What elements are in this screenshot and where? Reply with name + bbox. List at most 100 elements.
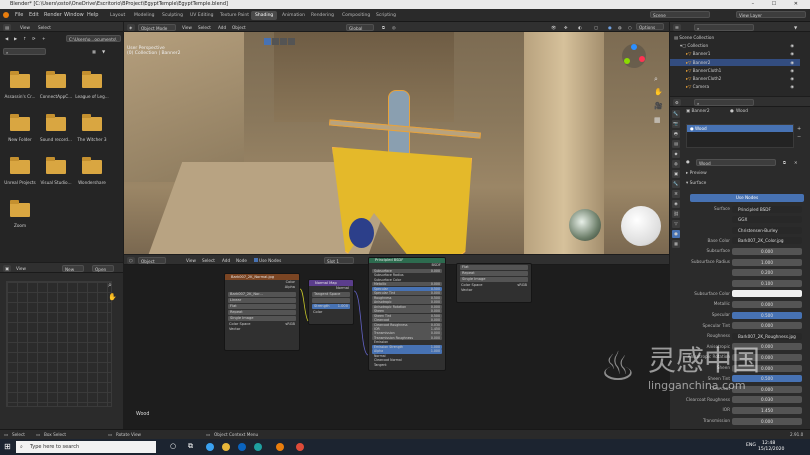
property-value-field[interactable]: Bark007_2K_Roughness.jpg — [732, 332, 802, 340]
tab-rendering[interactable]: Rendering — [307, 11, 338, 20]
file-explorer-icon[interactable] — [222, 443, 230, 451]
folder-icon[interactable] — [10, 114, 30, 131]
outliner-item[interactable]: ▸▽ Banner1 ◉ — [670, 50, 800, 57]
tab-sculpting[interactable]: Sculpting — [158, 11, 187, 20]
pan-hand-icon[interactable]: ✋ — [654, 88, 663, 96]
editor-type-icon[interactable]: ⚙ — [673, 99, 681, 106]
render-tab-icon[interactable]: 📷 — [672, 120, 680, 128]
property-value-field[interactable]: 0.500 — [732, 375, 802, 383]
property-value-field[interactable]: Christensen-Burley — [732, 226, 802, 234]
add-slot-icon[interactable]: + — [797, 126, 801, 132]
axis-y-icon[interactable] — [624, 58, 630, 64]
blender-logo-icon[interactable] — [3, 12, 9, 18]
scene-selector[interactable]: Scene — [650, 11, 710, 18]
property-value-field[interactable]: 0.030 — [732, 396, 802, 404]
parent-folder-icon[interactable]: ↑ — [21, 35, 29, 42]
new-image-button[interactable]: New — [62, 265, 84, 272]
menu-edit[interactable]: Edit — [29, 12, 39, 18]
constraints-tab-icon[interactable]: ⛓ — [672, 210, 680, 218]
menu-render[interactable]: Render — [44, 12, 62, 18]
material-tab-icon[interactable]: ● — [672, 230, 680, 238]
mode-selector[interactable]: Object Mode — [138, 24, 176, 31]
filter-icon[interactable]: ▼ — [792, 24, 799, 31]
thumbnail-view-icon[interactable]: ▦ — [90, 48, 98, 55]
folder-icon[interactable] — [46, 157, 66, 174]
viewport-view-menu[interactable]: View — [180, 24, 194, 31]
rendered-shading-icon[interactable]: ○ — [626, 24, 634, 31]
tab-layout[interactable]: Layout — [106, 11, 129, 20]
file-path-field[interactable]: C:\Users\o...ocuments\ — [66, 35, 121, 42]
select-box-icon[interactable] — [264, 38, 271, 45]
app-icon[interactable] — [206, 443, 214, 451]
cortana-icon[interactable]: ○ — [170, 442, 176, 450]
particles-tab-icon[interactable]: ✲ — [672, 190, 680, 198]
material-slot-item[interactable]: ● Wood — [687, 125, 793, 132]
properties-search-input[interactable]: ⌕ — [694, 99, 754, 106]
property-value-field[interactable]: 0.000 — [732, 417, 802, 425]
task-view-icon[interactable]: ⧉ — [188, 442, 193, 451]
new-folder-icon[interactable]: + — [40, 35, 48, 42]
property-value-field[interactable]: GGX — [732, 216, 802, 224]
outliner-item[interactable]: ▸▽ Camera ◉ — [670, 83, 800, 90]
tab-shading[interactable]: Shading — [251, 11, 278, 20]
property-value-field[interactable]: 0.500 — [732, 311, 802, 319]
folder-icon[interactable] — [10, 157, 30, 174]
tool-tab-icon[interactable]: 🔧 — [672, 110, 680, 118]
back-arrow-icon[interactable]: ◀ — [3, 35, 10, 42]
property-value-field[interactable]: Principled BSDF — [732, 205, 802, 213]
menu-window[interactable]: Window — [64, 12, 84, 18]
property-value-field[interactable]: 1.000 — [732, 258, 802, 266]
taskbar-search-box[interactable]: ⌕ Type here to search — [16, 441, 156, 453]
folder-icon[interactable] — [82, 114, 102, 131]
shader-node-editor[interactable]: ⬡ Object View Select Add Node Use Nodes … — [124, 255, 669, 429]
filter-icon[interactable]: ▼ — [100, 48, 107, 55]
forward-arrow-icon[interactable]: ▶ — [12, 35, 19, 42]
file-view-menu[interactable]: View — [18, 24, 32, 31]
solid-shading-icon[interactable]: ● — [606, 24, 614, 31]
property-value-field[interactable] — [732, 290, 802, 298]
editor-type-icon[interactable]: ☰ — [673, 24, 681, 31]
tab-texture-paint[interactable]: Texture Paint — [216, 11, 253, 20]
folder-icon[interactable] — [82, 71, 102, 88]
editor-type-icon[interactable]: ▣ — [3, 265, 11, 272]
property-value-field[interactable]: 0.100 — [732, 279, 802, 287]
property-value-field[interactable]: Bark007_2K_Color.jpg — [732, 237, 802, 245]
folder-icon[interactable] — [82, 157, 102, 174]
tab-scripting[interactable]: Scripting — [372, 11, 400, 20]
gizmo-icon[interactable]: ✥ — [562, 24, 570, 31]
texture-tab-icon[interactable]: ▦ — [672, 240, 680, 248]
eye-visibility-icon[interactable]: ◉ — [790, 67, 794, 74]
window-controls[interactable]: – ☐ ✕ — [752, 0, 806, 9]
file-search-input[interactable]: ⌕ — [3, 48, 46, 55]
data-tab-icon[interactable]: ▽ — [672, 220, 680, 228]
taskbar-date[interactable]: 15/12/2020 — [758, 447, 784, 452]
navigation-gizmo[interactable] — [622, 44, 646, 68]
property-value-field[interactable]: 0.000 — [732, 364, 802, 372]
store-icon[interactable] — [238, 443, 246, 451]
windows-start-icon[interactable]: ⊞ — [4, 443, 11, 451]
file-select-menu[interactable]: Select — [36, 24, 53, 31]
material-slot-list[interactable]: ● Wood — [686, 124, 794, 148]
duplicate-icon[interactable]: ⧉ — [781, 159, 788, 166]
property-value-field[interactable]: 0.000 — [732, 300, 802, 308]
menu-file[interactable]: File — [15, 12, 23, 18]
property-value-field[interactable]: 0.000 — [732, 343, 802, 351]
folder-icon[interactable] — [46, 71, 66, 88]
world-tab-icon[interactable]: ◍ — [672, 160, 680, 168]
modifier-tab-icon[interactable]: 🔧 — [672, 180, 680, 188]
editor-type-icon[interactable]: ▤ — [3, 24, 11, 31]
orientation-selector[interactable]: Global — [346, 24, 374, 31]
select-subtract-icon[interactable] — [280, 38, 287, 45]
material-datablock-field[interactable]: Wood — [696, 158, 776, 166]
editor-type-icon[interactable]: ◈ — [127, 24, 135, 31]
object-tab-icon[interactable]: ▣ — [672, 170, 680, 178]
taskbar-time[interactable]: 12:48 — [762, 441, 775, 446]
property-value-field[interactable]: 1.450 — [732, 406, 802, 414]
folder-icon[interactable] — [46, 114, 66, 131]
use-nodes-button[interactable]: Use Nodes — [690, 194, 804, 202]
outliner-item[interactable]: ▸▽ BannerCloth1 ◉ — [670, 67, 800, 74]
property-value-field[interactable]: 0.000 — [732, 385, 802, 393]
folder-icon[interactable] — [10, 71, 30, 88]
grid-toggle-icon[interactable]: ▦ — [654, 116, 661, 124]
tab-modeling[interactable]: Modeling — [130, 11, 158, 20]
